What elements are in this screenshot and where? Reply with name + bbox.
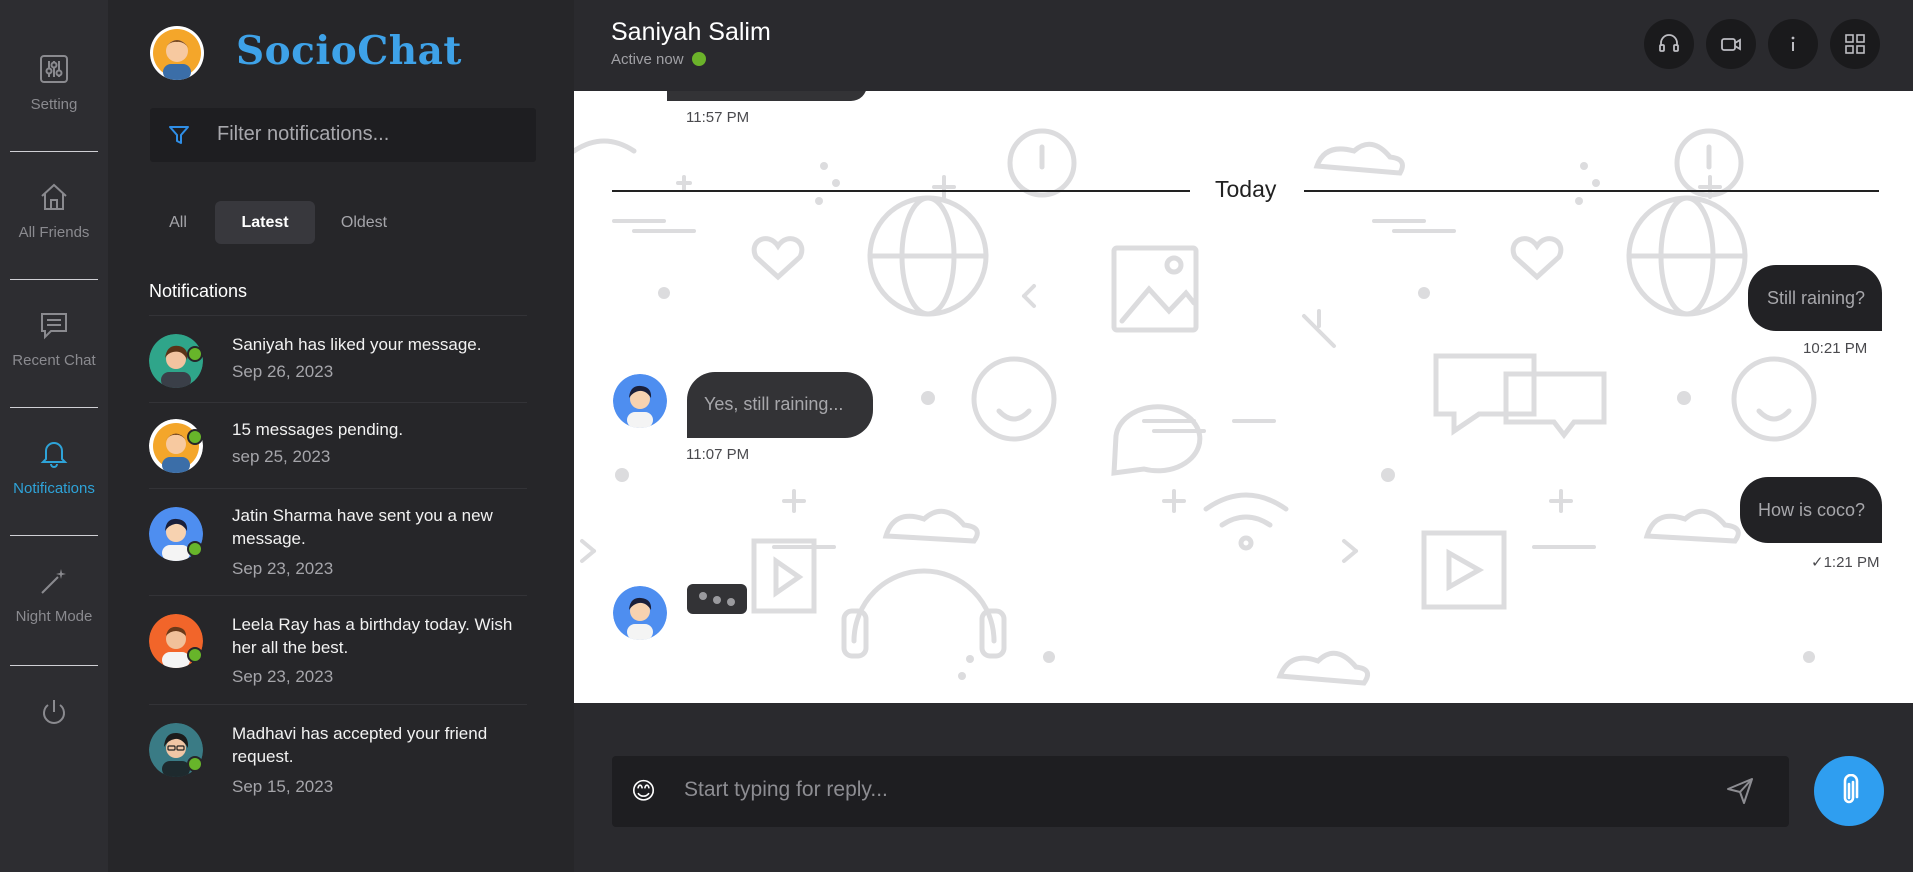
brand-logo: SocioChat [236,28,462,74]
notification-item[interactable]: Jatin Sharma have sent you a new message… [149,488,527,595]
notification-date: sep 25, 2023 [232,447,331,466]
online-indicator [187,346,203,362]
chat-header: Saniyah Salim Active now [574,0,1913,91]
tab-oldest[interactable]: Oldest [332,201,396,244]
info-icon [1791,36,1795,51]
notifications-heading: Notifications [149,281,248,301]
menu-grid-button[interactable] [1830,19,1880,69]
message-time: 10:21 PM [1803,340,1868,357]
audio-call-button[interactable] [1644,19,1694,69]
message-text: Yes, still raining... [704,394,844,414]
attach-button[interactable] [1814,756,1884,826]
notification-item[interactable]: Leela Ray has a birthday today. Wish her… [149,595,527,704]
video-icon [1721,38,1741,51]
notification-message: Jatin Sharma have sent you a new message… [232,506,493,548]
date-divider-line [1304,190,1879,192]
online-indicator [187,429,203,445]
contact-name[interactable]: Saniyah Salim [611,18,771,47]
info-button[interactable] [1768,19,1818,69]
message-bubble-out[interactable]: How is coco? [1740,477,1882,543]
message-bubble-out[interactable]: Still raining? [1748,265,1882,331]
online-indicator [187,647,203,663]
notification-message: Madhavi has accepted your friend request… [232,724,488,766]
nav-divider [10,279,98,280]
grid-icon [1845,34,1865,54]
notification-date: Sep 23, 2023 [232,559,334,578]
nav-item-recent-chat[interactable]: Recent Chat [0,310,108,369]
message-text: How is coco? [1758,500,1866,520]
nav-label-notifications: Notifications [13,480,95,497]
notification-date: Sep 23, 2023 [232,667,334,686]
filter-placeholder: Filter notifications... [217,123,390,145]
message-time-value: 1:21 PM [1823,554,1880,571]
contact-avatar[interactable] [613,374,667,428]
nav-label-recent-chat: Recent Chat [12,352,96,369]
chat-icon [41,313,67,340]
reply-input[interactable]: 😊 Start typing for reply... [612,756,1789,827]
read-check-icon: ✓ [1811,554,1824,571]
notification-item[interactable]: Saniyah has liked your message. Sep 26, … [149,315,527,402]
notification-item[interactable]: Madhavi has accepted your friend request… [149,704,527,812]
notification-message: Leela Ray has a birthday today. Wish her… [232,615,513,657]
nav-item-night-mode[interactable]: Night Mode [0,566,108,625]
nav-divider [10,665,98,666]
filter-icon [169,126,189,144]
status-text: Active now [611,51,684,68]
message-time: 11:07 PM [686,446,750,463]
notification-date: Sep 15, 2023 [232,777,334,796]
nav-item-setting[interactable]: Setting [0,54,108,113]
contact-status: Active now [611,51,706,68]
online-indicator [187,541,203,557]
home-icon [41,183,67,210]
paperclip-icon [1843,774,1859,804]
emoji-picker-button[interactable]: 😊 [631,777,656,806]
nav-rail: Setting All Friends Recent Chat Notifica… [0,0,108,872]
chat-messages[interactable]: 11:57 PM Today Still raining? 10:21 PM Y… [574,91,1913,703]
nav-label-all-friends: All Friends [18,224,90,241]
avatar [149,419,203,473]
filter-input[interactable]: Filter notifications... [150,108,536,162]
contact-avatar[interactable] [613,586,667,640]
typing-dots-icon [699,592,735,606]
nav-divider [10,535,98,536]
date-divider: Today [1215,176,1277,202]
headset-icon [1659,34,1679,52]
message-time: ✓1:21 PM [1811,553,1879,571]
nav-item-notifications[interactable]: Notifications [0,438,108,497]
nav-label-night-mode: Night Mode [15,608,93,625]
notification-date: Sep 26, 2023 [232,362,334,381]
message-time: 11:57 PM [686,109,750,126]
typing-indicator [687,584,747,614]
user-avatar[interactable] [150,26,204,80]
online-indicator [187,756,203,772]
composer-bar: 😊 Start typing for reply... [574,703,1913,872]
send-icon[interactable] [1725,776,1755,806]
settings-sliders-icon [40,55,68,83]
video-call-button[interactable] [1706,19,1756,69]
online-indicator [691,52,706,66]
message-bubble-in[interactable]: Yes, still raining... [687,372,873,438]
nav-label-setting: Setting [30,96,78,113]
nav-item-all-friends[interactable]: All Friends [0,182,108,241]
logout-button[interactable] [0,697,108,739]
bell-icon [40,442,68,468]
date-divider-line [612,190,1190,192]
tab-latest[interactable]: Latest [215,201,315,244]
tab-all[interactable]: All [160,201,196,244]
magic-wand-icon [41,569,66,594]
notification-item[interactable]: 15 messages pending. sep 25, 2023 [149,402,527,488]
notification-message: 15 messages pending. [232,420,404,439]
notification-message: Saniyah has liked your message. [232,335,482,354]
power-icon [43,700,65,724]
message-text: Still raining? [1767,288,1866,308]
reply-placeholder: Start typing for reply... [684,778,888,801]
notifications-panel: SocioChat Filter notifications... All La… [108,0,574,872]
nav-divider [10,151,98,152]
nav-divider [10,407,98,408]
message-bubble [667,91,867,101]
